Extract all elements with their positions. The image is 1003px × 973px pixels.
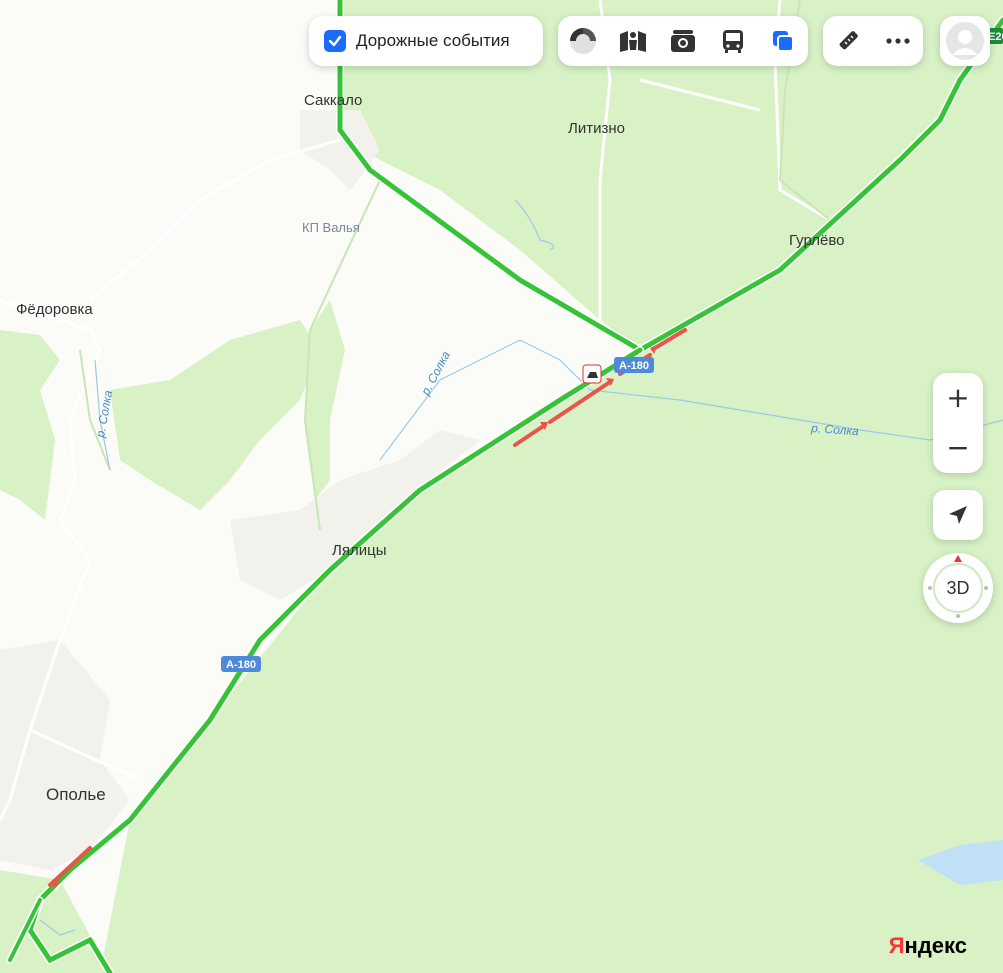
panoramas-button[interactable] [608, 16, 658, 66]
river-label-solka-1: р. Солка [418, 349, 453, 399]
place-label-fedorovka: Фёдоровка [16, 301, 93, 318]
zoom-out-icon: − [946, 431, 970, 464]
panorama-person-icon [620, 31, 646, 52]
zoom-controls: + − [933, 373, 983, 473]
traffic-events-label: Дорожные события [356, 31, 510, 50]
svg-text:А-180: А-180 [226, 659, 256, 671]
place-label-opolye: Ополье [46, 785, 106, 804]
traffic-events-toggle[interactable]: Дорожные события [309, 16, 543, 66]
forest-area-east [100, 0, 1003, 973]
bus-icon [723, 30, 743, 53]
avatar [946, 22, 984, 60]
zoom-in-button[interactable]: + [933, 373, 983, 423]
more-dots-icon [886, 38, 910, 44]
zoom-out-button[interactable]: − [933, 423, 983, 473]
ruler-icon [839, 31, 858, 50]
camera-icon [671, 30, 695, 52]
place-label-gurlevo: Гурлёво [789, 232, 845, 249]
river-label-solka-2: р. Солка [93, 389, 115, 440]
3d-mode-label: 3D [946, 577, 970, 598]
navigation-arrow-icon [949, 506, 967, 524]
cameras-button[interactable] [658, 16, 708, 66]
road-incident-icon[interactable] [582, 364, 602, 384]
layers-icon [773, 31, 794, 52]
place-label-litizno: Литизно [568, 120, 625, 137]
map-canvas[interactable]: А-180 А-180 E20 Саккало Литизно КП Валья… [0, 0, 1003, 973]
traffic-layer-button[interactable] [558, 16, 608, 66]
svg-text:E20: E20 [988, 31, 1003, 43]
compass-3d-button[interactable]: 3D [923, 553, 993, 623]
geolocation-button[interactable] [933, 490, 983, 540]
transport-button[interactable] [708, 16, 758, 66]
place-label-sakkalo: Саккало [304, 92, 362, 109]
checkbox-checked-icon[interactable] [324, 30, 346, 52]
map-layers-button[interactable] [758, 16, 808, 66]
layers-toolbar [558, 16, 808, 66]
ruler-button[interactable] [823, 16, 873, 66]
forest-area-west [110, 320, 320, 510]
svg-text:А-180: А-180 [619, 360, 649, 372]
traffic-circle-icon [570, 28, 596, 54]
forest-area-fedorovka [0, 330, 60, 520]
road-badge-a180-bottom: А-180 [221, 656, 261, 672]
user-avatar-button[interactable] [940, 16, 990, 66]
zoom-in-icon: + [946, 381, 970, 414]
more-button[interactable] [873, 16, 923, 66]
place-label-kp-valya: КП Валья [302, 220, 360, 235]
road-badge-a180-top: А-180 [614, 357, 654, 373]
place-label-lyalitsy: Лялицы [332, 542, 386, 559]
yandex-logo[interactable]: Яндекс [889, 933, 967, 959]
tools-toolbar [823, 16, 923, 66]
